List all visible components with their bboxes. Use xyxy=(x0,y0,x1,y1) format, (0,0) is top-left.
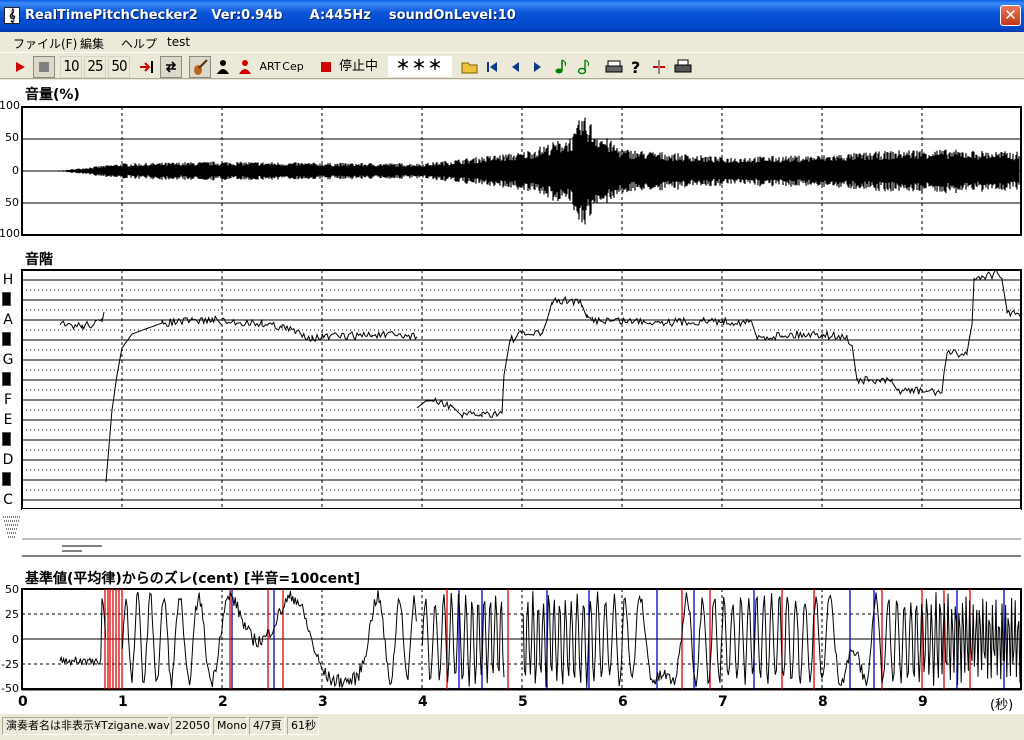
speed-10-button[interactable]: 10 xyxy=(60,56,82,78)
next-page-button[interactable] xyxy=(529,56,547,78)
note-outline-button[interactable] xyxy=(575,56,593,78)
svg-text:?: ? xyxy=(631,58,640,77)
status-rate: 22050 xyxy=(171,717,211,735)
status-duration: 61秒 xyxy=(287,717,319,735)
note-green-icon xyxy=(555,59,567,74)
record-stop-button[interactable] xyxy=(317,56,335,78)
toolbar: 10 25 50 ART Cep 停止中 ＊＊＊ ? xyxy=(0,52,1024,79)
print-icon xyxy=(605,60,623,73)
loop-icon xyxy=(165,61,177,73)
indicator-strip xyxy=(22,509,1021,556)
plot-area[interactable]: 音量(%) 100 50 0 50 100 音階 H A G F E D C 基… xyxy=(0,80,1024,714)
skip-to-end-button[interactable] xyxy=(137,56,157,78)
prev-page-icon xyxy=(512,62,519,72)
scale-frame xyxy=(21,269,1022,510)
note-outline-icon xyxy=(577,59,590,75)
cep-button[interactable]: Cep xyxy=(282,56,304,78)
open-button[interactable] xyxy=(460,56,480,78)
note-green-button[interactable] xyxy=(552,56,570,78)
note-display: ＊＊＊ xyxy=(388,56,452,77)
first-page-icon xyxy=(487,62,497,72)
split-icon xyxy=(653,60,665,74)
app-window: 𝄞 RealTimePitchChecker2 Ver:0.94b A:445H… xyxy=(0,0,1024,740)
treble-clef-icon: 𝄞 xyxy=(4,7,20,24)
person-red-icon xyxy=(239,60,251,74)
help-icon: ? xyxy=(631,58,640,77)
window-title: RealTimePitchChecker2 Ver:0.94b A:445Hz … xyxy=(25,8,516,23)
menu-help[interactable]: ヘルプ xyxy=(121,35,157,52)
player-red-button[interactable] xyxy=(236,56,254,78)
next-page-icon xyxy=(534,62,541,72)
status-channels: Mono xyxy=(213,717,247,735)
plots-svg xyxy=(3,106,1023,691)
print-button[interactable] xyxy=(604,56,624,78)
skip-to-end-icon xyxy=(140,61,153,73)
prev-page-button[interactable] xyxy=(506,56,524,78)
printer-icon xyxy=(674,59,692,73)
help-button[interactable]: ? xyxy=(627,56,645,78)
printer-button[interactable] xyxy=(673,56,693,78)
status-bar: 演奏者名は非表示¥Tzigane.wav 22050 Mono 4/7頁 61秒 xyxy=(0,714,1024,740)
person-black-icon xyxy=(217,60,229,74)
loop-button[interactable] xyxy=(160,56,182,78)
menu-bar: ファイル(F) 編集 ヘルプ test xyxy=(0,32,1024,52)
playback-status: 停止中 xyxy=(339,59,379,74)
violin-button[interactable] xyxy=(189,56,211,78)
player-black-button[interactable] xyxy=(214,56,232,78)
stop-button[interactable] xyxy=(33,56,55,78)
menu-file[interactable]: ファイル(F) xyxy=(13,35,77,52)
play-icon xyxy=(16,62,25,72)
violin-icon xyxy=(194,59,208,75)
status-file: 演奏者名は非表示¥Tzigane.wav xyxy=(2,717,170,735)
first-page-button[interactable] xyxy=(483,56,501,78)
play-button[interactable] xyxy=(10,56,30,78)
close-button[interactable]: ✕ xyxy=(1000,5,1021,26)
speed-50-button[interactable]: 50 xyxy=(108,56,130,78)
record-stop-icon xyxy=(321,62,331,72)
open-folder-icon xyxy=(461,62,478,74)
art-button[interactable]: ART xyxy=(259,56,281,78)
speed-25-button[interactable]: 25 xyxy=(84,56,106,78)
title-bar[interactable]: 𝄞 RealTimePitchChecker2 Ver:0.94b A:445H… xyxy=(0,0,1024,32)
menu-test[interactable]: test xyxy=(167,35,190,49)
split-button[interactable] xyxy=(650,56,668,78)
stop-icon xyxy=(39,62,49,72)
menu-edit[interactable]: 編集 xyxy=(80,35,104,52)
status-page: 4/7頁 xyxy=(249,717,285,735)
